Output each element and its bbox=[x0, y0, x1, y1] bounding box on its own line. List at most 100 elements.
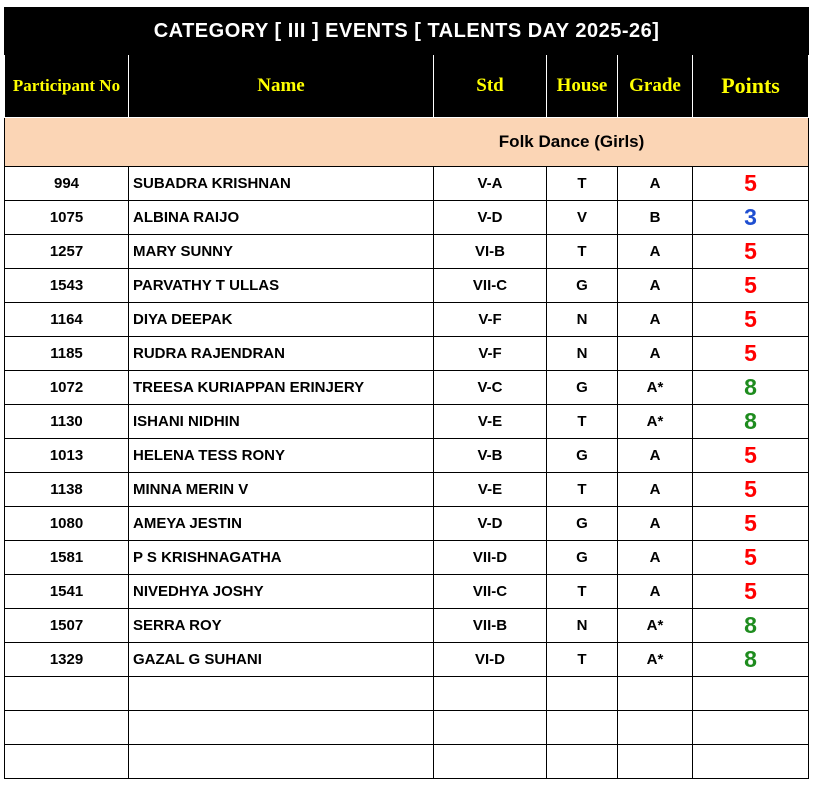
name-cell[interactable]: NIVEDHYA JOSHY bbox=[128, 574, 434, 609]
column-letter-d[interactable]: D bbox=[578, 0, 586, 3]
grade-cell[interactable]: A bbox=[617, 574, 693, 609]
std-cell[interactable]: VII-C bbox=[433, 574, 547, 609]
empty-cell[interactable] bbox=[128, 744, 434, 779]
name-cell[interactable]: HELENA TESS RONY bbox=[128, 438, 434, 473]
std-cell[interactable]: V-E bbox=[433, 404, 547, 439]
std-cell[interactable]: V-D bbox=[433, 506, 547, 541]
grade-cell[interactable]: A bbox=[617, 268, 693, 303]
grade-cell[interactable]: A bbox=[617, 336, 693, 371]
participant-no-cell[interactable]: 1541 bbox=[4, 574, 129, 609]
participant-no-cell[interactable]: 1013 bbox=[4, 438, 129, 473]
std-cell[interactable]: VII-C bbox=[433, 268, 547, 303]
grade-cell[interactable]: A bbox=[617, 540, 693, 575]
house-cell[interactable]: N bbox=[546, 302, 618, 337]
name-cell[interactable]: ISHANI NIDHIN bbox=[128, 404, 434, 439]
std-cell[interactable]: VI-D bbox=[433, 642, 547, 677]
points-cell[interactable]: 5 bbox=[691, 166, 810, 201]
std-cell[interactable]: VI-B bbox=[433, 234, 547, 269]
name-cell[interactable]: ALBINA RAIJO bbox=[128, 200, 434, 235]
participant-no-cell[interactable]: 1507 bbox=[4, 608, 129, 643]
header-name[interactable]: Name bbox=[128, 54, 434, 118]
empty-cell[interactable] bbox=[691, 676, 810, 711]
empty-cell[interactable] bbox=[546, 710, 618, 745]
house-cell[interactable]: N bbox=[546, 336, 618, 371]
points-cell[interactable]: 5 bbox=[691, 268, 810, 303]
name-cell[interactable]: RUDRA RAJENDRAN bbox=[128, 336, 434, 371]
name-cell[interactable]: SERRA ROY bbox=[128, 608, 434, 643]
empty-cell[interactable] bbox=[546, 744, 618, 779]
points-cell[interactable]: 5 bbox=[691, 302, 810, 337]
participant-no-cell[interactable]: 1185 bbox=[4, 336, 129, 371]
grade-cell[interactable]: A* bbox=[617, 404, 693, 439]
empty-cell[interactable] bbox=[4, 710, 129, 745]
empty-cell[interactable] bbox=[617, 676, 693, 711]
column-letter-c[interactable]: C bbox=[486, 0, 494, 3]
participant-no-cell[interactable]: 1329 bbox=[4, 642, 129, 677]
std-cell[interactable]: V-B bbox=[433, 438, 547, 473]
grade-cell[interactable]: A bbox=[617, 506, 693, 541]
participant-no-cell[interactable]: 994 bbox=[4, 166, 129, 201]
std-cell[interactable]: V-D bbox=[433, 200, 547, 235]
header-grade[interactable]: Grade bbox=[617, 54, 693, 118]
grade-cell[interactable]: A bbox=[617, 438, 693, 473]
name-cell[interactable]: AMEYA JESTIN bbox=[128, 506, 434, 541]
name-cell[interactable]: SUBADRA KRISHNAN bbox=[128, 166, 434, 201]
name-cell[interactable]: P S KRISHNAGATHA bbox=[128, 540, 434, 575]
house-cell[interactable]: T bbox=[546, 574, 618, 609]
participant-no-cell[interactable]: 1072 bbox=[4, 370, 129, 405]
empty-cell[interactable] bbox=[433, 744, 547, 779]
participant-no-cell[interactable]: 1130 bbox=[4, 404, 129, 439]
column-letter-a[interactable]: A bbox=[62, 0, 69, 3]
participant-no-cell[interactable]: 1257 bbox=[4, 234, 129, 269]
points-cell[interactable]: 5 bbox=[691, 506, 810, 541]
house-cell[interactable]: G bbox=[546, 438, 618, 473]
house-cell[interactable]: V bbox=[546, 200, 618, 235]
std-cell[interactable]: VII-B bbox=[433, 608, 547, 643]
house-cell[interactable]: G bbox=[546, 540, 618, 575]
points-cell[interactable]: 5 bbox=[691, 438, 810, 473]
participant-no-cell[interactable]: 1075 bbox=[4, 200, 129, 235]
event-section-title[interactable]: Folk Dance (Girls) bbox=[3, 117, 810, 167]
empty-cell[interactable] bbox=[617, 710, 693, 745]
participant-no-cell[interactable]: 1080 bbox=[4, 506, 129, 541]
house-cell[interactable]: T bbox=[546, 234, 618, 269]
points-cell[interactable]: 8 bbox=[691, 370, 810, 405]
name-cell[interactable]: GAZAL G SUHANI bbox=[128, 642, 434, 677]
column-letter-l[interactable]: L bbox=[745, 0, 751, 3]
std-cell[interactable]: V-F bbox=[433, 336, 547, 371]
grade-cell[interactable]: A bbox=[617, 472, 693, 507]
house-cell[interactable]: G bbox=[546, 268, 618, 303]
house-cell[interactable]: G bbox=[546, 370, 618, 405]
name-cell[interactable]: MARY SUNNY bbox=[128, 234, 434, 269]
grade-cell[interactable]: A* bbox=[617, 642, 693, 677]
points-cell[interactable]: 8 bbox=[691, 608, 810, 643]
std-cell[interactable]: V-F bbox=[433, 302, 547, 337]
participant-no-cell[interactable]: 1138 bbox=[4, 472, 129, 507]
name-cell[interactable]: DIYA DEEPAK bbox=[128, 302, 434, 337]
name-cell[interactable]: TREESA KURIAPPAN ERINJERY bbox=[128, 370, 434, 405]
sheet-title[interactable]: CATEGORY [ III ] EVENTS [ TALENTS DAY 20… bbox=[3, 7, 810, 55]
points-cell[interactable]: 5 bbox=[691, 234, 810, 269]
participant-no-cell[interactable]: 1581 bbox=[4, 540, 129, 575]
participant-no-cell[interactable]: 1164 bbox=[4, 302, 129, 337]
empty-cell[interactable] bbox=[691, 710, 810, 745]
points-cell[interactable]: 5 bbox=[691, 574, 810, 609]
name-cell[interactable]: PARVATHY T ULLAS bbox=[128, 268, 434, 303]
std-cell[interactable]: V-C bbox=[433, 370, 547, 405]
empty-cell[interactable] bbox=[128, 710, 434, 745]
grade-cell[interactable]: B bbox=[617, 200, 693, 235]
header-std[interactable]: Std bbox=[433, 54, 547, 118]
column-letter-h[interactable]: H bbox=[651, 0, 659, 3]
empty-cell[interactable] bbox=[691, 744, 810, 779]
grade-cell[interactable]: A bbox=[617, 166, 693, 201]
points-cell[interactable]: 8 bbox=[691, 404, 810, 439]
std-cell[interactable]: V-E bbox=[433, 472, 547, 507]
points-cell[interactable]: 3 bbox=[691, 200, 810, 235]
house-cell[interactable]: T bbox=[546, 166, 618, 201]
empty-cell[interactable] bbox=[433, 710, 547, 745]
house-cell[interactable]: T bbox=[546, 472, 618, 507]
empty-cell[interactable] bbox=[4, 676, 129, 711]
grade-cell[interactable]: A* bbox=[617, 608, 693, 643]
header-points[interactable]: Points bbox=[691, 54, 810, 118]
points-cell[interactable]: 5 bbox=[691, 540, 810, 575]
